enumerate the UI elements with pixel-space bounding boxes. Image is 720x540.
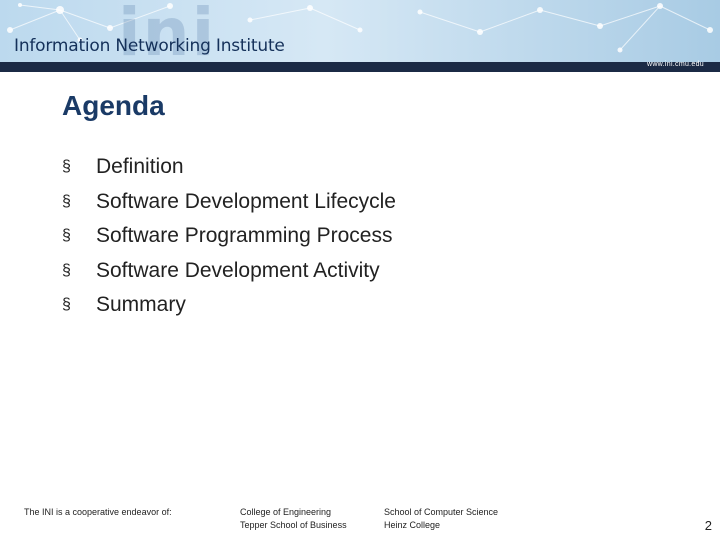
org-name: Information Networking Institute	[14, 36, 285, 56]
bullet-icon: §	[62, 158, 71, 176]
footer-college: Tepper School of Business	[240, 520, 347, 530]
agenda-item: § Software Development Activity	[62, 254, 396, 289]
agenda-item: § Summary	[62, 288, 396, 323]
header-strip	[0, 62, 720, 72]
footer-college: Heinz College	[384, 520, 441, 530]
footer-cooperative: The INI is a cooperative endeavor of:	[24, 507, 172, 517]
header-banner: ini Information Networking Institute	[0, 0, 720, 62]
agenda-item: § Definition	[62, 150, 396, 185]
bullet-icon: §	[62, 227, 71, 245]
footer-college: College of Engineering	[240, 507, 332, 517]
bullet-icon: §	[62, 261, 71, 279]
agenda-item-label: Definition	[96, 155, 184, 179]
page-number: 2	[704, 518, 712, 533]
bullet-icon: §	[62, 296, 71, 314]
footer-college: School of Computer Science	[384, 507, 499, 517]
agenda-item-label: Software Programming Process	[96, 224, 393, 248]
footer-colleges-left: College of Engineering Tepper School of …	[240, 506, 347, 532]
agenda-item-label: Summary	[96, 293, 186, 317]
agenda-item: § Software Development Lifecycle	[62, 185, 396, 220]
footer-colleges-right: School of Computer Science Heinz College	[384, 506, 498, 532]
agenda-list: § Definition § Software Development Life…	[62, 150, 396, 323]
agenda-item-label: Software Development Activity	[96, 258, 380, 282]
agenda-item-label: Software Development Lifecycle	[96, 189, 396, 213]
bullet-icon: §	[62, 192, 71, 210]
website-url: www.ini.cmu.edu	[646, 61, 704, 68]
slide-title: Agenda	[62, 90, 165, 121]
agenda-item: § Software Programming Process	[62, 219, 396, 254]
